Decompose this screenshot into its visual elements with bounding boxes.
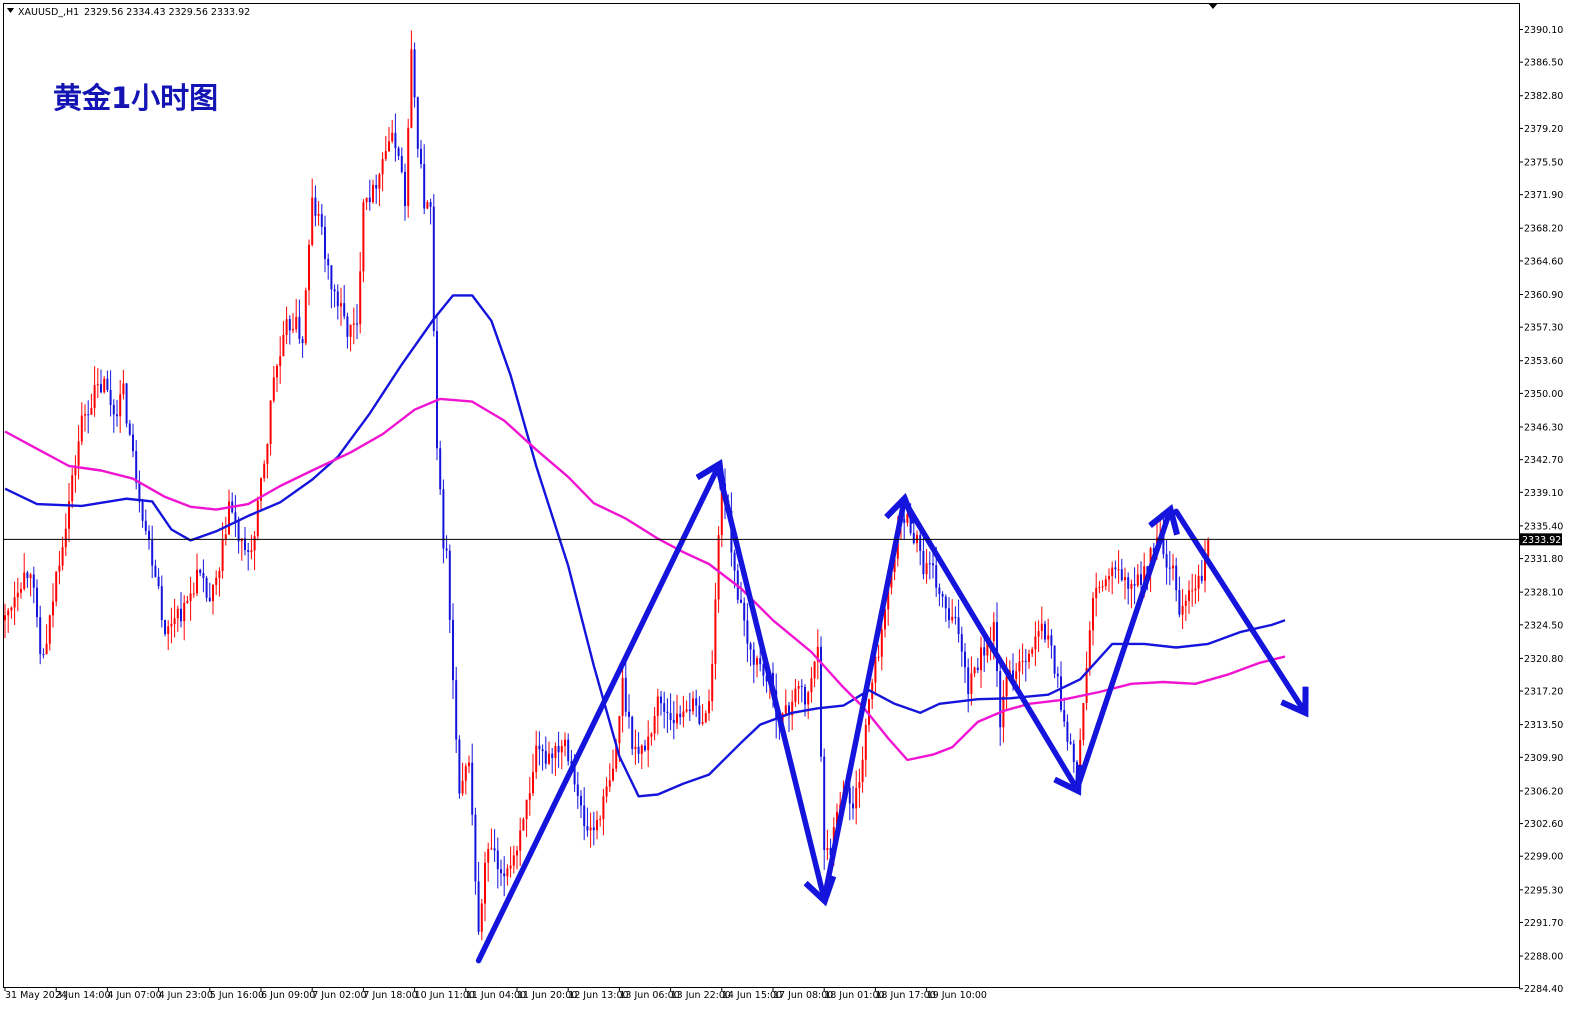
candle xyxy=(125,382,128,428)
candle xyxy=(458,735,461,799)
time-axis: 31 May 20243 Jun 14:004 Jun 07:004 Jun 2… xyxy=(4,987,987,1001)
price-tick-label: 2379.20 xyxy=(1524,124,1563,135)
price-tick-label: 2390.10 xyxy=(1524,25,1563,36)
symbol-label: XAUUSD_,H1 xyxy=(18,7,79,18)
price-tick-label: 2360.90 xyxy=(1524,290,1563,301)
time-tick-label: 7 Jun 02:00 xyxy=(312,990,366,1001)
price-tick-label: 2371.90 xyxy=(1524,190,1563,201)
price-tick-label: 2284.40 xyxy=(1524,984,1563,995)
price-tick-label: 2375.50 xyxy=(1524,157,1563,168)
candle xyxy=(416,96,419,158)
chart-window: 2390.10 2386.50 2382.80 2379.20 2375.50 2371.… xyxy=(0,0,1573,1013)
price-tick-label: 2313.50 xyxy=(1524,720,1563,731)
ohlc-readout: 2329.56 2334.43 2329.56 2333.92 xyxy=(84,7,250,18)
time-tick-label: 4 Jun 23:00 xyxy=(159,990,213,1001)
price-tick-label: 2342.70 xyxy=(1524,455,1563,466)
price-tick-label: 2295.30 xyxy=(1524,885,1563,896)
price-tick-label: 2350.00 xyxy=(1524,389,1563,400)
candle xyxy=(820,636,822,762)
chart-title-annotation: 黄金1小时图 xyxy=(53,81,218,115)
time-tick-label: 4 Jun 07:00 xyxy=(107,990,161,1001)
candle xyxy=(55,571,58,607)
price-tick-label: 2288.00 xyxy=(1524,952,1563,963)
candle xyxy=(256,496,259,541)
candle xyxy=(436,313,438,461)
price-tick-label: 2302.60 xyxy=(1524,819,1563,830)
price-tick-label: 2386.50 xyxy=(1524,58,1563,69)
candle xyxy=(439,440,442,495)
price-tick-label: 2331.80 xyxy=(1524,554,1563,565)
price-tick-label: 2324.50 xyxy=(1524,620,1563,631)
candle xyxy=(432,194,435,337)
price-tick-label: 2368.20 xyxy=(1524,224,1563,235)
chart-svg: 2390.10 2386.50 2382.80 2379.20 2375.50 2371.… xyxy=(0,0,1573,1013)
price-tick-label: 2353.60 xyxy=(1524,356,1563,367)
candle xyxy=(1044,620,1046,643)
price-tick-label: 2335.40 xyxy=(1524,521,1563,532)
price-tick-label: 2317.20 xyxy=(1524,687,1563,698)
candle xyxy=(362,198,365,283)
candle xyxy=(103,376,106,394)
time-tick-label: 6 Jun 09:00 xyxy=(261,990,315,1001)
price-tick-label: 2382.80 xyxy=(1524,91,1563,102)
price-tick-label: 2306.20 xyxy=(1524,786,1563,797)
price-tick-label: 2357.30 xyxy=(1524,323,1563,334)
current-price-label: 2333.92 xyxy=(1522,535,1561,546)
price-tick-label: 2328.10 xyxy=(1524,588,1563,599)
price-tick-label: 2346.30 xyxy=(1524,422,1563,433)
candle xyxy=(1082,702,1085,746)
price-tick-label: 2320.80 xyxy=(1524,654,1563,665)
candle xyxy=(304,287,307,346)
candle xyxy=(522,817,525,831)
price-tick-label: 2309.90 xyxy=(1524,753,1563,764)
time-tick-label: 19 Jun 10:00 xyxy=(927,990,987,1001)
time-tick-label: 5 Jun 16:00 xyxy=(210,990,264,1001)
chart-header: XAUUSD_,H1 2329.56 2334.43 2329.56 2333.… xyxy=(7,7,250,18)
price-tick-label: 2291.70 xyxy=(1524,918,1563,929)
time-tick-label: 7 Jun 18:00 xyxy=(363,990,417,1001)
candle xyxy=(164,619,166,637)
time-tick-label: 3 Jun 14:00 xyxy=(56,990,110,1001)
candle xyxy=(448,544,451,634)
price-tick-label: 2339.10 xyxy=(1524,488,1563,499)
candle xyxy=(407,118,410,218)
price-tick-label: 2364.60 xyxy=(1524,256,1563,267)
price-tick-label: 2299.00 xyxy=(1524,852,1563,863)
candle xyxy=(1053,645,1056,679)
